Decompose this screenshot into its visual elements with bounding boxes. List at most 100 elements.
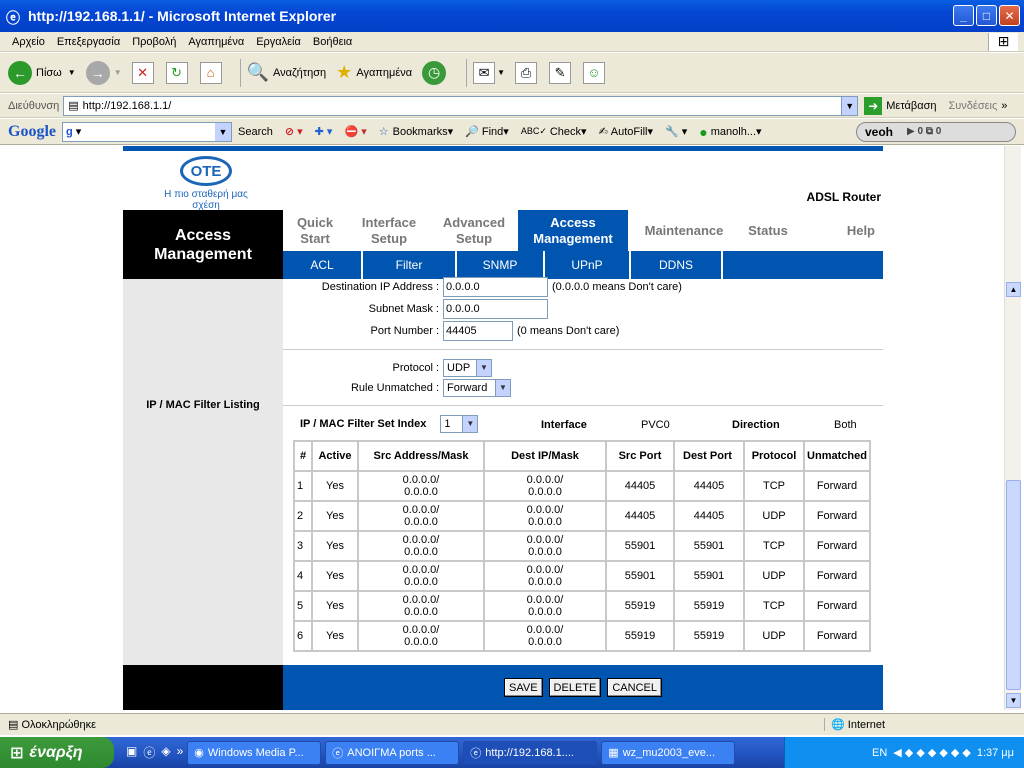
delete-button[interactable]: DELETE (548, 678, 602, 697)
address-input[interactable]: ▤ http://192.168.1.1/ ▼ (63, 95, 859, 116)
search-icon: 🔍 (246, 62, 270, 82)
table-cell: UDP (743, 500, 805, 532)
subnet-input[interactable]: 0.0.0.0 (443, 299, 548, 319)
table-cell: Yes (311, 500, 359, 532)
pagerank-icon[interactable]: ⊘ ▾ (285, 125, 303, 138)
autofill-button[interactable]: ✍ AutoFill ▾ (599, 125, 653, 139)
task-ports[interactable]: ⓔ ΑΝΟΙΓΜΑ ports ... (325, 740, 460, 765)
ie-quicklaunch-icon[interactable]: ⓔ (143, 744, 155, 761)
subtab-acl[interactable]: ACL (283, 251, 363, 279)
home-button[interactable]: ⌂ (199, 61, 224, 84)
find-button[interactable]: 🔎 Find ▾ (465, 125, 509, 139)
scroll-down-icon[interactable]: ▼ (1006, 693, 1021, 708)
tab-access-management[interactable]: Access Management (518, 210, 628, 251)
veoh-toolbar[interactable]: veoh ▶ 0 ⧉ 0 (856, 121, 1016, 142)
windows-flag-icon: ⊞ (10, 744, 24, 762)
index-select[interactable]: 1 ▼ (440, 415, 479, 433)
subtab-upnp[interactable]: UPnP (545, 251, 631, 279)
scroll-up-icon[interactable]: ▲ (1006, 282, 1021, 297)
vertical-scrollbar[interactable]: ▲ ▼ (1004, 146, 1021, 710)
address-dropdown-icon[interactable]: ▼ (841, 96, 858, 115)
mail-button[interactable]: ✉ ▼ (473, 61, 505, 84)
table-cell: 0.0.0.0/0.0.0.0 (483, 560, 607, 592)
table-cell: Yes (311, 620, 359, 652)
col-header: Dest IP/Mask (483, 440, 607, 472)
google-dropdown-icon[interactable]: ▼ (215, 122, 231, 141)
google-search-field: g (66, 125, 73, 138)
dest-ip-label: Destination IP Address : (321, 281, 439, 293)
account-button[interactable]: ● manolh... ▾ (699, 124, 761, 140)
chevron-right-icon[interactable]: » (177, 744, 184, 761)
subtab-ddns[interactable]: DDNS (631, 251, 723, 279)
subtab-snmp[interactable]: SNMP (457, 251, 545, 279)
dest-ip-input[interactable]: 0.0.0.0 (443, 277, 548, 297)
cancel-button[interactable]: CANCEL (607, 678, 662, 697)
address-bar: Διεύθυνση ▤ http://192.168.1.1/ ▼ ➜ Μετά… (0, 94, 1024, 118)
edit-button[interactable]: ✎ (549, 61, 573, 84)
tray-icons[interactable]: ◀ ◆ ◆ ◆ ◆ ◆ ◆ (893, 746, 971, 759)
google-search-button[interactable]: Search (238, 126, 273, 138)
menu-tools[interactable]: Εργαλεία (256, 36, 301, 48)
menu-view[interactable]: Προβολή (132, 36, 176, 48)
windows-logo-icon: ⊞ (988, 33, 1018, 51)
table-cell: 55901 (605, 560, 675, 592)
show-desktop-icon[interactable]: ▣ (126, 744, 137, 761)
bookmarks-button[interactable]: ☆ Bookmarks ▾ (379, 125, 453, 139)
chevron-right-icon[interactable]: » (1001, 100, 1007, 112)
go-button[interactable]: ➜ Μετάβαση (864, 96, 936, 115)
tab-status[interactable]: Status (736, 210, 800, 251)
settings-wrench-icon[interactable]: 🔧 ▾ (665, 125, 687, 138)
stop-button[interactable]: ✕ (131, 61, 156, 84)
clock: 1:37 μμ (976, 746, 1014, 759)
menu-edit[interactable]: Επεξεργασία (57, 36, 120, 48)
table-cell: 0.0.0.0/0.0.0.0 (357, 530, 485, 562)
table-cell: 3 (293, 530, 313, 562)
print-button[interactable]: ⎙ (515, 61, 539, 84)
table-cell: 55901 (673, 560, 745, 592)
maximize-button[interactable]: □ (976, 5, 997, 26)
table-cell: 5 (293, 590, 313, 622)
search-button[interactable]: 🔍 Αναζήτηση (247, 62, 327, 83)
start-button[interactable]: ⊞ έναρξη (0, 737, 114, 768)
tab-advanced-setup[interactable]: Advanced Setup (431, 210, 517, 251)
menu-file[interactable]: Αρχείο (12, 36, 45, 48)
task-router[interactable]: ⓔ http://192.168.1.... (463, 740, 598, 765)
google-search-input[interactable]: g ▾ ▼ (62, 121, 232, 142)
menu-help[interactable]: Βοήθεια (313, 36, 352, 48)
table-cell: Yes (311, 560, 359, 592)
refresh-button[interactable]: ↻ (165, 61, 190, 84)
back-button[interactable]: ← Πίσω ▼ (8, 60, 76, 85)
protocol-select[interactable]: UDP ▼ (443, 359, 492, 377)
stop-icon: ✕ (131, 61, 154, 84)
favorites-button[interactable]: ★ Αγαπημένα (336, 62, 412, 83)
media-quicklaunch-icon[interactable]: ◈ (161, 744, 170, 761)
tab-maintenance[interactable]: Maintenance (632, 210, 736, 251)
menu-favorites[interactable]: Αγαπημένα (188, 36, 244, 48)
port-label: Port Number : (370, 325, 439, 337)
taskbar: ⊞ έναρξη ▣ ⓔ ◈ » ◉ Windows Media P... ⓔ ΑΝΟ… (0, 737, 1024, 768)
task-media-player[interactable]: ◉ Windows Media P... (187, 740, 322, 765)
tab-help[interactable]: Help (823, 210, 883, 251)
language-indicator[interactable]: EN (872, 747, 887, 759)
interface-value: PVC0 (641, 419, 670, 431)
tab-quick-start[interactable]: Quick Start (283, 210, 347, 251)
table-row: 4 Yes 0.0.0.0/0.0.0.0 0.0.0.0/0.0.0.0 55901 5… (293, 560, 871, 592)
task-wz[interactable]: ▦ wz_mu2003_eve... (601, 740, 736, 765)
forward-button[interactable]: → ▼ (85, 60, 122, 85)
back-dropdown-icon[interactable]: ▼ (68, 68, 76, 77)
minimize-button[interactable]: _ (953, 5, 974, 26)
history-button[interactable]: ◷ (422, 60, 450, 85)
links-label[interactable]: Συνδέσεις (948, 100, 997, 112)
tab-interface-setup[interactable]: Interface Setup (347, 210, 431, 251)
check-button[interactable]: ABC✓ Check ▾ (521, 125, 587, 139)
save-button[interactable]: SAVE (504, 678, 543, 697)
plus-icon[interactable]: ✚ ▾ (315, 125, 333, 138)
router-page: OTE Η πιο σταθερή μας σχέση ADSL Router … (123, 146, 883, 710)
close-button[interactable]: ✕ (999, 5, 1020, 26)
messenger-button[interactable]: ☺ (583, 61, 607, 84)
subtab-filter[interactable]: Filter (363, 251, 457, 279)
rule-select[interactable]: Forward ▼ (443, 379, 511, 397)
popup-blocker-icon[interactable]: ⛔ ▾ (344, 125, 366, 138)
port-input[interactable]: 44405 (443, 321, 513, 341)
scroll-thumb[interactable] (1006, 480, 1021, 690)
